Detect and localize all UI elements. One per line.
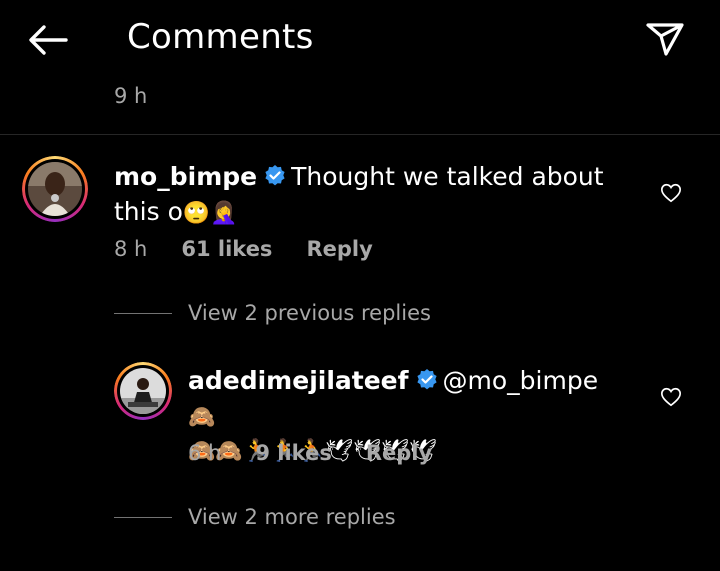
comment-username[interactable]: mo_bimpe <box>114 162 257 191</box>
view-previous-replies-label: View 2 previous replies <box>188 301 431 325</box>
replies-line <box>114 516 172 518</box>
view-previous-replies-button[interactable]: View 2 previous replies <box>114 301 431 325</box>
reply-emoji-line1: 🙈 <box>188 405 216 430</box>
view-more-replies-label: View 2 more replies <box>188 505 396 529</box>
comment-text-line2: this o <box>114 197 183 226</box>
replies-line <box>114 312 172 314</box>
reply-username[interactable]: adedimejilateef <box>188 366 409 395</box>
reply-meta: 6 h 9 likes Reply <box>188 441 466 465</box>
back-arrow-icon[interactable] <box>26 22 70 58</box>
previous-comment-time: 9 h <box>114 84 148 108</box>
comment-likes[interactable]: 61 likes <box>181 237 272 261</box>
comment-emojis: 🙄🤦‍♀️ <box>182 201 238 226</box>
avatar[interactable] <box>22 156 88 222</box>
send-icon[interactable] <box>644 20 686 58</box>
page-title: Comments <box>127 17 314 57</box>
view-more-replies-button[interactable]: View 2 more replies <box>114 505 396 529</box>
top-bar: Comments <box>0 0 720 80</box>
comment-body: mo_bimpe Thought we talked about this o🙄🤦… <box>114 161 634 230</box>
comment-meta: 8 h 61 likes Reply <box>114 237 407 261</box>
reply-avatar[interactable] <box>114 362 172 420</box>
comment-time: 8 h <box>114 237 148 261</box>
reply-reply-button[interactable]: Reply <box>366 441 432 465</box>
reply-time: 6 h <box>188 441 222 465</box>
reply-like-heart-icon[interactable] <box>660 386 682 408</box>
like-heart-icon[interactable] <box>660 182 682 204</box>
reply-mention[interactable]: @mo_bimpe <box>443 366 599 395</box>
comment-text-line1: Thought we talked about <box>291 162 604 191</box>
reply-likes[interactable]: 9 likes <box>255 441 331 465</box>
verified-badge-icon <box>263 164 287 196</box>
reply-button[interactable]: Reply <box>306 237 372 261</box>
verified-badge-icon <box>415 368 439 400</box>
divider <box>0 134 720 135</box>
